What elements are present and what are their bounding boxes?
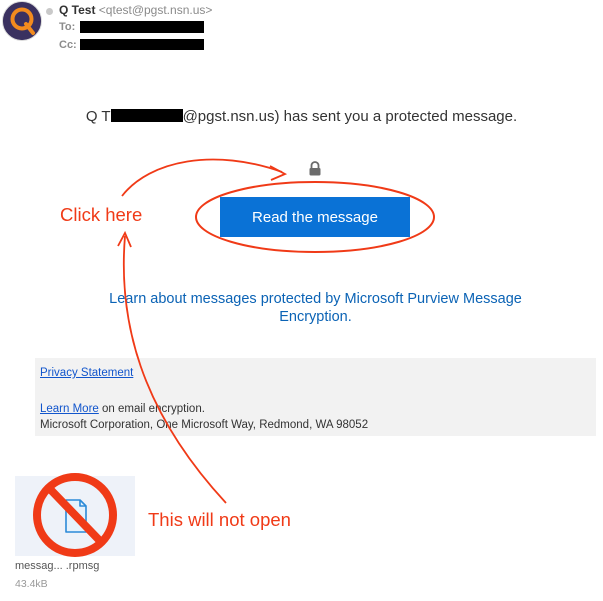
learn-more-suffix: on email encryption. (98, 403, 205, 415)
sender-initial: Q T (85, 108, 111, 125)
sender-redaction (110, 109, 183, 122)
will-not-open-annotation: This will not open (148, 509, 291, 530)
cc-label: Cc: (59, 39, 77, 51)
learn-about-encryption-link[interactable]: Learn about messages protected by Micros… (88, 290, 543, 326)
attachment-arrowhead (117, 230, 132, 248)
learn-more-link[interactable]: Learn More (40, 403, 99, 415)
to-redaction (80, 21, 204, 33)
microsoft-address: Microsoft Corporation, One Microsoft Way… (40, 419, 369, 431)
attachment-name[interactable]: messag... .rpmsg (15, 560, 99, 572)
read-status-dot (46, 8, 53, 15)
click-arrow (121, 158, 283, 197)
sender-avatar (2, 1, 42, 41)
notice-text: @pgst.nsn.us) has sent you a protected m… (182, 108, 518, 125)
privacy-statement-link[interactable]: Privacy Statement (40, 367, 133, 379)
to-label: To: (59, 21, 76, 33)
sender-email[interactable]: <qtest@pgst.nsn.us> (99, 3, 213, 17)
attachment-tile[interactable] (15, 476, 135, 556)
cc-redaction (80, 39, 204, 50)
sender-name[interactable]: Q Test (59, 3, 95, 17)
from-line: Q Test <qtest@pgst.nsn.us> (59, 3, 212, 17)
protected-message-notice: Q T @pgst.nsn.us) has sent you a protecte… (0, 108, 603, 125)
click-arrowhead (269, 165, 288, 181)
lock-icon (308, 161, 322, 181)
click-here-annotation: Click here (60, 204, 143, 225)
document-icon (65, 499, 87, 533)
attachment-size: 43.4kB (15, 578, 48, 590)
read-message-button[interactable]: Read the message (220, 197, 410, 237)
learn-more-line: Learn More on email encryption. (40, 403, 205, 415)
